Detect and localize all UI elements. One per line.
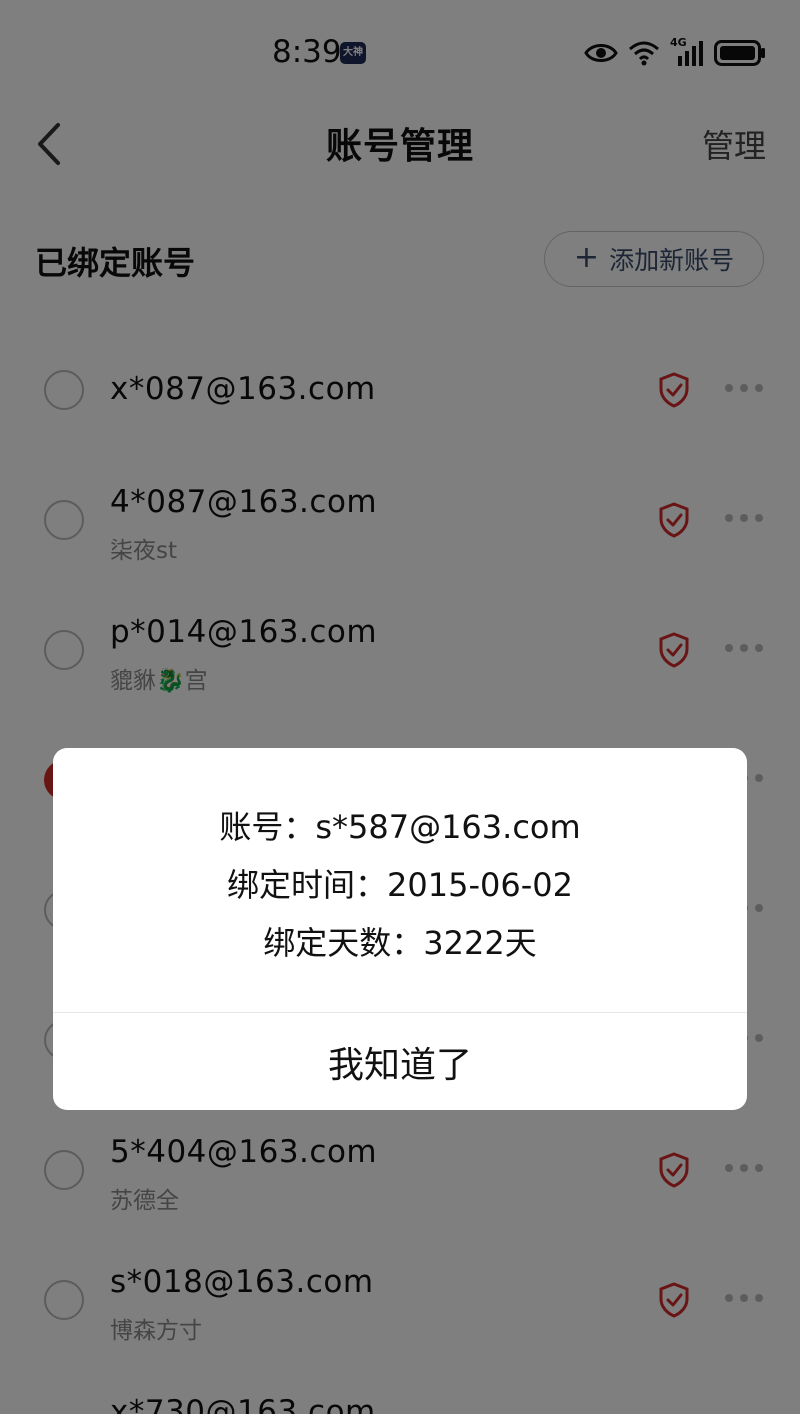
- dialog-confirm-button[interactable]: 我知道了: [53, 1013, 747, 1110]
- modal-overlay[interactable]: [0, 0, 800, 1414]
- dialog-bind-days-line: 绑定天数：3222天: [263, 924, 537, 962]
- account-info-dialog: 账号：s*587@163.com 绑定时间：2015-06-02 绑定天数：32…: [53, 748, 747, 1110]
- dialog-account-line: 账号：s*587@163.com: [219, 808, 581, 846]
- dialog-bind-time-line: 绑定时间：2015-06-02: [227, 866, 573, 904]
